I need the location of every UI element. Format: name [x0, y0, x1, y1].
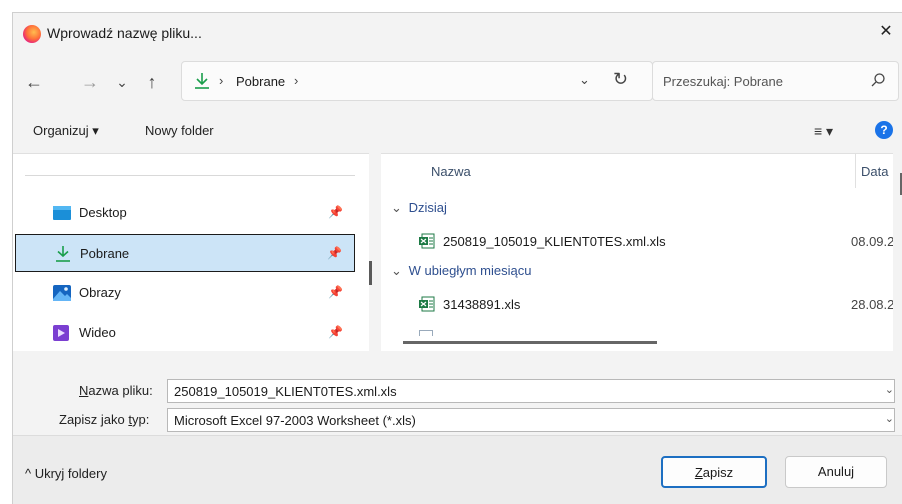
column-date-header[interactable]: Data r — [861, 164, 893, 179]
refresh-icon[interactable]: ↻ — [613, 69, 628, 90]
download-icon — [56, 246, 70, 262]
firefox-icon — [23, 25, 41, 43]
filename-field[interactable]: 250819_105019_KLIENT0TES.xml.xls ⌄ — [167, 379, 895, 403]
filename-value: 250819_105019_KLIENT0TES.xml.xls — [174, 384, 397, 399]
pane-splitter[interactable] — [369, 153, 381, 351]
view-options-icon[interactable]: ≡ ▾ — [814, 123, 833, 140]
address-bar[interactable]: › Pobrane › ⌄ ↻ — [181, 61, 653, 101]
command-bar: Organizuj ▾ Nowy folder ≡ ▾ ? — [13, 109, 902, 153]
group-label: W ubiegłym miesiącu — [408, 263, 532, 278]
pin-icon[interactable]: 📌 — [328, 205, 343, 219]
breadcrumb-separator[interactable]: › — [294, 73, 298, 88]
file-name: 31438891.xls — [443, 297, 521, 312]
address-dropdown-icon[interactable]: ⌄ — [579, 72, 590, 88]
file-date: 28.08.2 — [851, 297, 893, 312]
desktop-icon — [53, 206, 71, 220]
file-row[interactable]: 31438891.xls 28.08.2 — [381, 290, 893, 318]
forward-button[interactable]: → — [77, 69, 103, 95]
search-placeholder: Przeszukaj: Pobrane — [663, 74, 783, 89]
group-header-today[interactable]: ⌄ Dzisiaj — [391, 200, 447, 216]
column-name-header[interactable]: Nazwa — [431, 164, 471, 179]
navigation-pane: Desktop 📌 Pobrane 📌 Obrazy 📌 Wideo 📌 — [13, 153, 369, 351]
filename-label: Nazwa pliku: — [79, 383, 153, 398]
breadcrumb-separator: › — [219, 73, 224, 88]
chevron-down-icon: ⌄ — [391, 263, 402, 278]
dialog-footer: ^ Ukryj foldery Zapisz Anuluj — [13, 435, 902, 504]
organize-button[interactable]: Organizuj ▾ — [33, 123, 99, 139]
nav-pane-scrollbar[interactable] — [369, 261, 372, 285]
file-name: 250819_105019_KLIENT0TES.xml.xls — [443, 234, 666, 249]
new-folder-button[interactable]: Nowy folder — [145, 123, 214, 138]
help-icon[interactable]: ? — [875, 121, 893, 139]
search-icon[interactable] — [870, 72, 886, 88]
nav-divider — [25, 175, 355, 176]
chevron-down-icon[interactable]: ⌄ — [885, 412, 894, 425]
sidebar-item-pobrane[interactable]: Pobrane 📌 — [15, 234, 355, 272]
sidebar-item-label: Pobrane — [80, 246, 130, 261]
download-icon — [195, 73, 209, 89]
breadcrumb-pobrane[interactable]: Pobrane — [236, 74, 285, 89]
sidebar-item-label: Obrazy — [79, 285, 121, 300]
excel-file-icon — [419, 296, 435, 312]
file-icon — [419, 330, 433, 336]
pin-icon[interactable]: 📌 — [328, 285, 343, 299]
column-divider[interactable] — [855, 154, 856, 188]
title-bar: Wprowadź nazwę pliku... ✕ — [13, 13, 902, 53]
sidebar-item-label: Desktop — [79, 205, 127, 220]
recent-locations-button[interactable]: ⌄ — [109, 69, 135, 95]
pin-icon[interactable]: 📌 — [328, 325, 343, 339]
file-type-select[interactable]: Microsoft Excel 97-2003 Worksheet (*.xls… — [167, 408, 895, 432]
search-input[interactable]: Przeszukaj: Pobrane — [652, 61, 899, 101]
navigation-bar: ← → ⌄ ↑ › Pobrane › ⌄ ↻ Przeszukaj: Pobr… — [13, 53, 902, 109]
file-date: 08.09.2 — [851, 234, 893, 249]
sidebar-item-label: Wideo — [79, 325, 116, 340]
file-row[interactable]: 250819_105019_KLIENT0TES.xml.xls 08.09.2 — [381, 227, 893, 255]
sidebar-item-wideo[interactable]: Wideo 📌 — [15, 314, 355, 352]
sidebar-item-desktop[interactable]: Desktop 📌 — [15, 194, 355, 232]
file-list: Nazwa Data r ⌄ Dzisiaj 250819_105019_KLI… — [381, 153, 893, 351]
group-header-last-month[interactable]: ⌄ W ubiegłym miesiącu — [391, 263, 531, 279]
excel-file-icon — [419, 233, 435, 249]
chevron-down-icon: ⌄ — [391, 200, 402, 215]
save-dialog: Wprowadź nazwę pliku... ✕ ← → ⌄ ↑ › Pobr… — [12, 12, 902, 504]
horizontal-scrollbar[interactable] — [403, 341, 657, 344]
pictures-icon — [53, 285, 71, 301]
hide-folders-button[interactable]: ^ Ukryj foldery — [25, 466, 107, 481]
group-label: Dzisiaj — [408, 200, 447, 215]
sidebar-item-obrazy[interactable]: Obrazy 📌 — [15, 274, 355, 312]
back-button[interactable]: ← — [21, 69, 47, 95]
pin-icon[interactable]: 📌 — [327, 246, 342, 260]
close-button[interactable]: ✕ — [869, 17, 902, 47]
video-icon — [53, 325, 69, 341]
cancel-button[interactable]: Anuluj — [785, 456, 887, 488]
up-button[interactable]: ↑ — [139, 69, 165, 95]
save-form: Nazwa pliku: 250819_105019_KLIENT0TES.xm… — [13, 351, 902, 435]
save-button[interactable]: Zapisz — [661, 456, 767, 488]
chevron-down-icon[interactable]: ⌄ — [885, 383, 894, 396]
file-type-label: Zapisz jako typ: — [59, 412, 150, 427]
file-type-value: Microsoft Excel 97-2003 Worksheet (*.xls… — [174, 413, 416, 428]
dialog-title: Wprowadź nazwę pliku... — [47, 25, 202, 41]
column-header: Nazwa Data r — [381, 154, 893, 188]
